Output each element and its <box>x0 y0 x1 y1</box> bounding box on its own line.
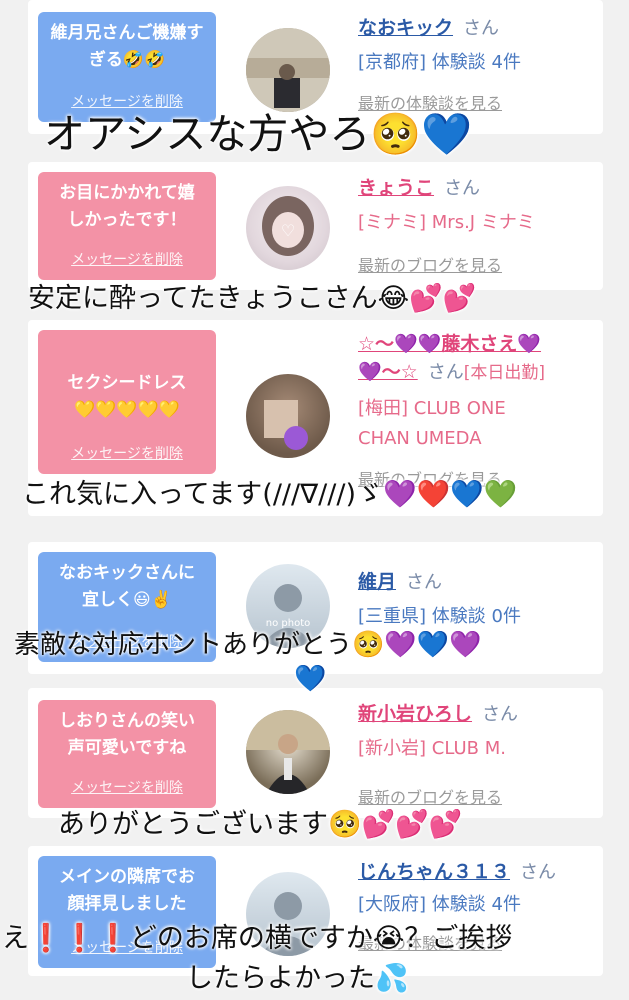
avatar-photo-icon <box>264 400 308 450</box>
user-meta[interactable]: [梅田] CLUB ONE <box>358 394 598 424</box>
message-text: セクシードレス💛💛💛💛💛 <box>67 373 187 420</box>
latest-post-link[interactable]: 最新のブログを見る <box>358 254 598 278</box>
overlay-caption: え❗️❗️❗️どのお席の横ですか😭？ご挨拶 <box>2 923 513 954</box>
honorific: さん <box>482 704 519 725</box>
honorific: さん <box>520 862 557 883</box>
user-name-link[interactable]: 新小岩ひろし <box>358 703 472 725</box>
message-text: しおりさんの笑い声可愛いですね <box>59 711 195 758</box>
avatar[interactable] <box>246 710 330 794</box>
avatar-photo-icon <box>246 710 330 794</box>
user-name-link-cont[interactable]: 💜〜☆ <box>358 361 418 383</box>
message-text: なおキックさんに宜しく😃✌️ <box>59 563 195 610</box>
user-meta-2[interactable]: CHAN UMEDA <box>358 424 598 454</box>
overlay-caption: 素敵な対応ホントありがとう🥺💜💙💜 <box>14 630 482 660</box>
message-text: お目にかかれて嬉しかったです！ <box>59 183 195 230</box>
honorific: さん <box>444 178 481 199</box>
overlay-caption: オアシスな方やろ🥺💙 <box>44 110 473 158</box>
user-name-link[interactable]: 維月 <box>358 571 396 593</box>
user-name-link[interactable]: なおキック <box>358 17 453 39</box>
overlay-caption: 💙 <box>294 664 327 694</box>
user-name-link[interactable]: きょうこ <box>358 177 434 199</box>
user-meta[interactable]: [京都府] 体験談 4件 <box>358 48 598 78</box>
delete-message-link[interactable]: メッセージを削除 <box>38 775 216 802</box>
message-text: 維月兄さんご機嫌すぎる🤣🤣 <box>50 23 204 70</box>
honorific: さん <box>463 18 500 39</box>
user-meta[interactable]: [ミナミ] Mrs.J ミナミ <box>358 208 598 238</box>
user-info: きょうこ さん [ミナミ] Mrs.J ミナミ 最新のブログを見る <box>358 174 598 278</box>
avatar[interactable]: ♡ <box>246 186 330 270</box>
user-info: 維月 さん [三重県] 体験談 0件 <box>358 568 598 632</box>
overlay-caption: 安定に酔ってたきょうこさん😂💕💕 <box>28 283 477 314</box>
overlay-caption: ありがとうございます🥺💕💕💕 <box>58 809 463 840</box>
user-name-link[interactable]: じんちゃん３１３ <box>358 861 510 883</box>
overlay-caption: これ気に入ってます(///∇///)ゞ💜❤️💙💚 <box>22 479 518 510</box>
user-name-link[interactable]: ☆〜💜💜藤木さえ💜 <box>358 330 598 358</box>
message-bubble: しおりさんの笑い声可愛いですね メッセージを削除 <box>38 700 216 808</box>
work-status: [本日出勤] <box>463 363 545 383</box>
avatar-photo-icon: ♡ <box>262 196 314 256</box>
delete-message-link[interactable]: メッセージを削除 <box>38 247 216 274</box>
message-bubble: お目にかかれて嬉しかったです！ メッセージを削除 <box>38 172 216 280</box>
user-meta[interactable]: [新小岩] CLUB M. <box>358 734 598 764</box>
message-card: お目にかかれて嬉しかったです！ メッセージを削除 ♡ きょうこ さん [ミナミ] … <box>28 162 603 290</box>
user-info: 新小岩ひろし さん [新小岩] CLUB M. 最新のブログを見る <box>358 700 598 810</box>
honorific: さん <box>427 362 464 383</box>
message-bubble: セクシードレス💛💛💛💛💛 メッセージを削除 <box>38 330 216 474</box>
delete-message-link[interactable]: メッセージを削除 <box>38 441 216 468</box>
user-info: ☆〜💜💜藤木さえ💜 💜〜☆ さん[本日出勤] [梅田] CLUB ONE CHAN… <box>358 330 598 492</box>
honorific: さん <box>406 572 443 593</box>
overlay-caption: したらよかった💦 <box>186 963 409 994</box>
svg-text:♡: ♡ <box>281 221 295 240</box>
avatar[interactable] <box>246 374 330 458</box>
message-text: メインの隣席でお顔拝見しました <box>59 867 195 914</box>
message-card: しおりさんの笑い声可愛いですね メッセージを削除 新小岩ひろし さん [新小岩] … <box>28 688 603 818</box>
